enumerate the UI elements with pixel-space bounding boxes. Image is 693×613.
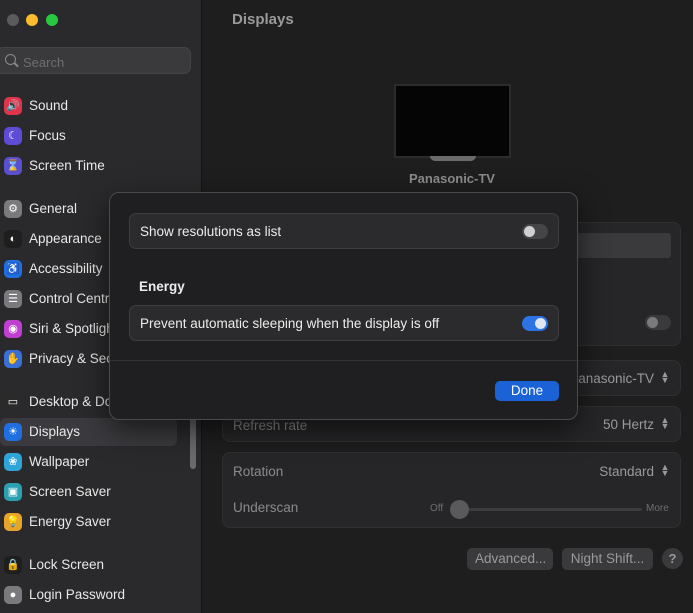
sound-icon: 🔊 (4, 97, 22, 115)
underscan-slider-track[interactable] (460, 508, 642, 511)
sidebar-item-lock-screen[interactable]: 🔒 Lock Screen (0, 551, 177, 579)
sidebar-item-wallpaper[interactable]: ❀ Wallpaper (0, 448, 177, 476)
maximize-window-button[interactable] (46, 14, 58, 26)
show-resolutions-toggle[interactable] (522, 224, 548, 239)
prevent-sleep-label: Prevent automatic sleeping when the disp… (140, 316, 440, 331)
rotation-label: Rotation (233, 464, 284, 479)
sidebar-item-displays[interactable]: ☀ Displays (0, 418, 177, 446)
sidebar-item-label: Wallpaper (29, 454, 90, 469)
rotation-value[interactable]: Standard (599, 464, 654, 479)
display-settings-dialog: Show resolutions as list Energy Prevent … (109, 192, 578, 420)
underscan-slider-knob[interactable] (450, 500, 469, 519)
sidebar-item-label: Siri & Spotlight (29, 321, 118, 336)
page-title: Displays (232, 11, 294, 28)
hourglass-icon: ⌛ (4, 157, 22, 175)
rotation-underscan-group: Rotation Standard ▲ ▼ Underscan (222, 452, 681, 528)
lock-icon: 🔒 (4, 556, 22, 574)
underscan-min-label: Off (430, 503, 444, 514)
sidebar-item-screen-time[interactable]: ⌛ Screen Time (0, 152, 177, 180)
help-button[interactable]: ? (662, 548, 683, 569)
login-icon: ● (4, 586, 22, 604)
sidebar-item-login-password[interactable]: ● Login Password (0, 581, 177, 609)
sidebar-item-screen-saver[interactable]: ▣ Screen Saver (0, 478, 177, 506)
sidebar-item-label: Sound (29, 98, 69, 113)
moon-icon: ☾ (4, 127, 22, 145)
minimize-window-button[interactable] (26, 14, 38, 26)
chevron-up-down-icon[interactable]: ▲ ▼ (660, 370, 670, 385)
dock-icon: ▭ (4, 393, 22, 411)
sidebar-item-label: Energy Saver (29, 514, 111, 529)
show-resolutions-label: Show resolutions as list (140, 224, 282, 239)
sidebar-item-label: Login Password (29, 587, 126, 602)
prevent-sleep-toggle[interactable] (522, 316, 548, 331)
siri-icon: ◉ (4, 320, 22, 338)
sidebar-item-label: Accessibility (29, 261, 103, 276)
done-button[interactable]: Done (495, 381, 559, 401)
monitor-stand (430, 156, 476, 161)
search-icon (5, 54, 16, 65)
chevron-up-down-icon[interactable]: ▲ ▼ (660, 463, 670, 478)
sidebar-item-label: Displays (29, 424, 81, 439)
display-name: Panasonic-TV (409, 171, 495, 186)
bulb-icon: 💡 (4, 513, 22, 531)
sidebar-item-label: Screen Saver (29, 484, 111, 499)
chevron-up-down-icon[interactable]: ▲ ▼ (660, 416, 670, 431)
search-input[interactable] (21, 52, 175, 72)
resolution-slider-placeholder (571, 233, 671, 258)
night-shift-button[interactable]: Night Shift... (562, 548, 653, 570)
sidebar-item-sound[interactable]: 🔊 Sound (0, 92, 177, 120)
prevent-sleep-row: Prevent automatic sleeping when the disp… (129, 305, 559, 341)
sun-icon: ☀ (4, 423, 22, 441)
advanced-button[interactable]: Advanced... (467, 548, 553, 570)
underscan-label: Underscan (233, 500, 299, 515)
background-toggle[interactable] (645, 315, 671, 330)
dialog-divider (110, 360, 577, 361)
use-as-value: Panasonic-TV (569, 371, 654, 386)
energy-heading: Energy (139, 279, 185, 294)
search-field[interactable] (0, 47, 191, 74)
sidebar-item-label: Lock Screen (29, 557, 105, 572)
close-window-button[interactable] (7, 14, 19, 26)
sidebar-item-label: Appearance (29, 231, 102, 246)
underscan-max-label: More (646, 503, 669, 514)
refresh-rate-value: 50 Hertz (602, 417, 654, 432)
accessibility-icon: ♿ (4, 260, 22, 278)
sidebar-item-label: Focus (29, 128, 66, 143)
sidebar-item-focus[interactable]: ☾ Focus (0, 122, 177, 150)
sidebar-item-label: General (29, 201, 78, 216)
sidebar-item-label: Control Centre (29, 291, 117, 306)
sidebar-item-label: Screen Time (29, 158, 105, 173)
hand-icon: ✋ (4, 350, 22, 368)
show-resolutions-row: Show resolutions as list (129, 213, 559, 249)
display-monitor-icon[interactable] (394, 84, 511, 158)
appearance-icon: ◐ (4, 230, 22, 248)
wallpaper-icon: ❀ (4, 453, 22, 471)
sidebar-item-energy-saver[interactable]: 💡 Energy Saver (0, 508, 177, 536)
screen-saver-icon: ▣ (4, 483, 22, 501)
gear-icon: ⚙ (4, 200, 22, 218)
control-centre-icon: ☰ (4, 290, 22, 308)
refresh-rate-label: Refresh rate (233, 418, 308, 433)
